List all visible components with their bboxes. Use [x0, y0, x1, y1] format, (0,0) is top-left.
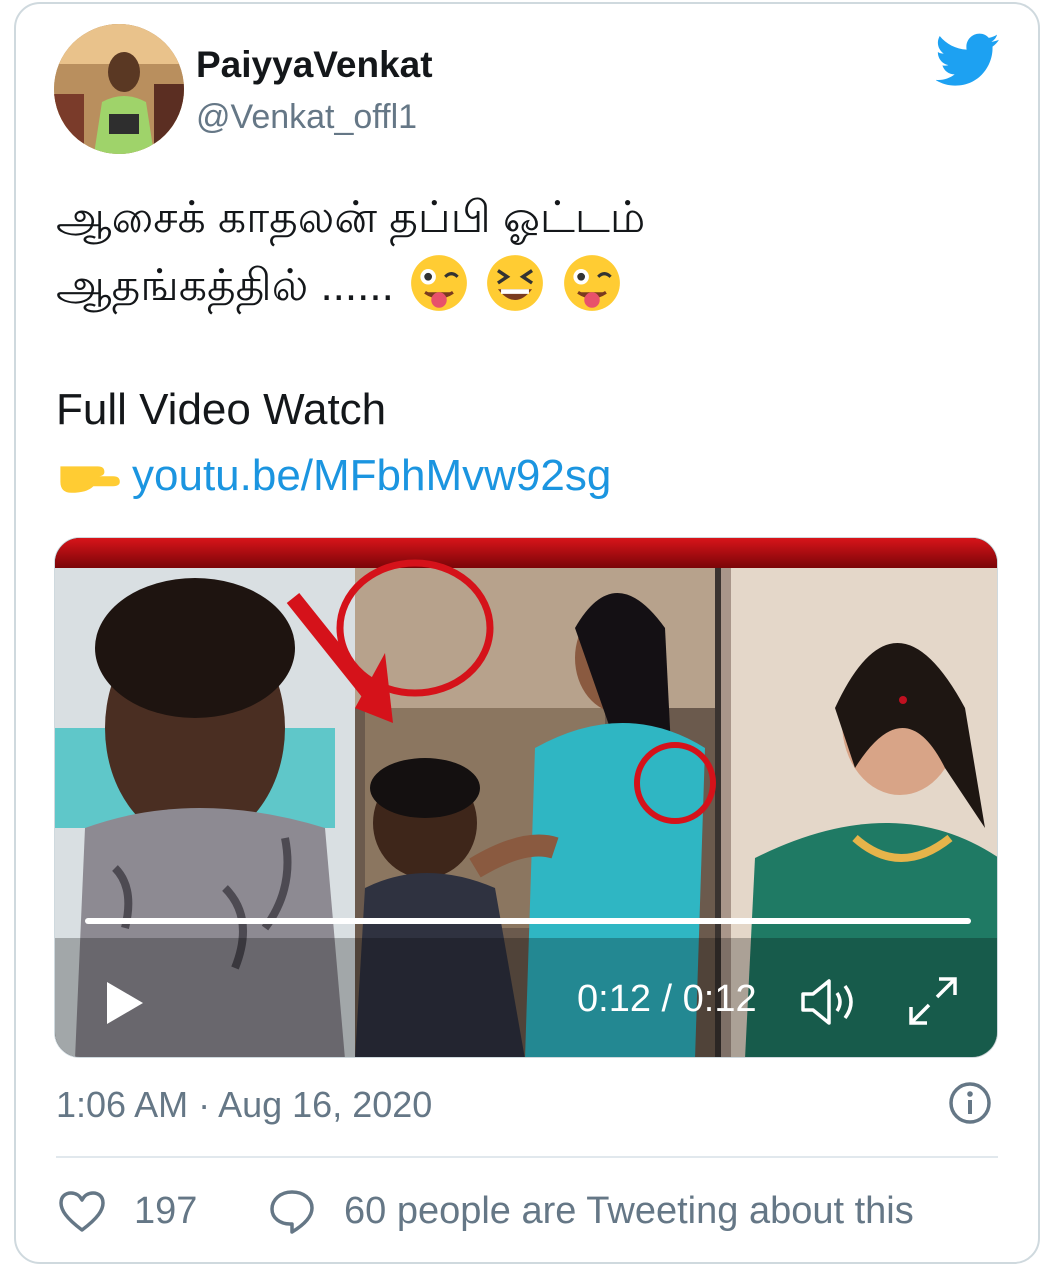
info-icon[interactable]: [948, 1081, 992, 1125]
face-with-tongue-winking-icon: [563, 255, 620, 311]
grinning-squinting-face-icon: [487, 255, 544, 311]
video-time: 0:12 / 0:12: [577, 978, 757, 1020]
user-handle[interactable]: @Venkat_offl1: [196, 98, 417, 137]
pointing-hand-icon: [60, 466, 120, 493]
tweet-text-line1: ஆசைக் காதலன் தப்பி ஓட்டம்: [56, 193, 646, 242]
tweet-text-line2: ஆதங்கத்தில் ......: [56, 252, 623, 316]
fullscreen-icon[interactable]: [905, 973, 961, 1029]
divider: [56, 1156, 998, 1158]
face-with-tongue-winking-icon: [411, 255, 467, 311]
avatar[interactable]: [54, 24, 184, 154]
heart-icon[interactable]: [58, 1190, 106, 1234]
tweet-timestamp[interactable]: 1:06 AM · Aug 16, 2020: [56, 1084, 432, 1126]
tweet-text-line3: Full Video Watch: [56, 385, 387, 434]
play-icon[interactable]: [103, 978, 147, 1028]
youtube-link[interactable]: youtu.be/MFbhMvw92sg: [132, 451, 611, 500]
display-name[interactable]: PaiyyaVenkat: [196, 44, 433, 86]
volume-icon[interactable]: [799, 976, 861, 1028]
video-player[interactable]: 0:12 / 0:12: [54, 537, 998, 1058]
like-count: 197: [134, 1190, 198, 1232]
video-progress-bar[interactable]: [85, 918, 971, 924]
tweeting-count[interactable]: 60 people are Tweeting about this: [344, 1190, 914, 1233]
twitter-bird-icon[interactable]: [936, 32, 1000, 88]
tweet-text-line2-words: ஆதங்கத்தில் ......: [56, 261, 394, 310]
tweet-link-row: youtu.be/MFbhMvw92sg: [56, 446, 611, 506]
reply-bubble-icon[interactable]: [268, 1188, 316, 1236]
